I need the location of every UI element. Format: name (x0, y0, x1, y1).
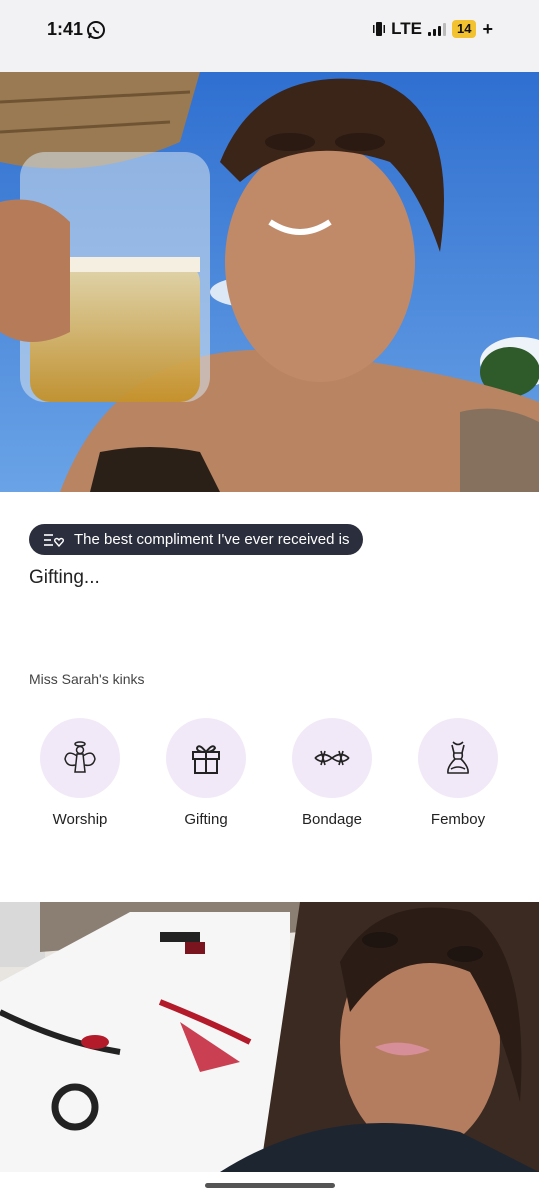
profile-photo-2-image (0, 902, 539, 1172)
angel-icon (64, 741, 96, 773)
prompt-heart-icon (44, 533, 64, 547)
profile-photo-2[interactable] (0, 902, 539, 1172)
kink-circle (292, 718, 372, 798)
home-indicator[interactable] (205, 1183, 335, 1188)
kink-circle (418, 718, 498, 798)
kink-label: Worship (52, 811, 108, 828)
kink-worship[interactable]: Worship (25, 718, 135, 828)
kink-bondage[interactable]: Bondage (277, 718, 387, 828)
status-bar: 1:41 LTE 14 + (0, 0, 539, 72)
kink-femboy[interactable]: Femboy (403, 718, 513, 828)
status-indicators: LTE 14 + (373, 19, 493, 39)
gift-icon (192, 745, 220, 774)
vibrate-icon (373, 22, 386, 36)
profile-photo-image (0, 72, 539, 492)
battery-plus: + (482, 19, 493, 39)
prompt-answer: Gifting... (29, 567, 100, 588)
whatsapp-icon (87, 21, 105, 39)
kink-circle (166, 718, 246, 798)
kink-label: Femboy (430, 811, 486, 828)
kink-label: Bondage (301, 811, 363, 828)
battery-icon: 14 (452, 20, 477, 38)
profile-photo-1[interactable] (0, 72, 539, 492)
barbed-wire-icon (314, 750, 350, 766)
dress-icon (447, 741, 469, 774)
network-type: LTE (391, 19, 423, 38)
kinks-title: Miss Sarah's kinks (29, 671, 145, 687)
kink-circle (40, 718, 120, 798)
status-time: 1:41 (47, 19, 84, 39)
kink-gifting[interactable]: Gifting (151, 718, 261, 828)
prompt-question-chip: The best compliment I've ever received i… (29, 524, 364, 555)
signal-icon (428, 22, 447, 36)
kink-label: Gifting (184, 811, 228, 828)
prompt-question: The best compliment I've ever received i… (74, 531, 350, 548)
